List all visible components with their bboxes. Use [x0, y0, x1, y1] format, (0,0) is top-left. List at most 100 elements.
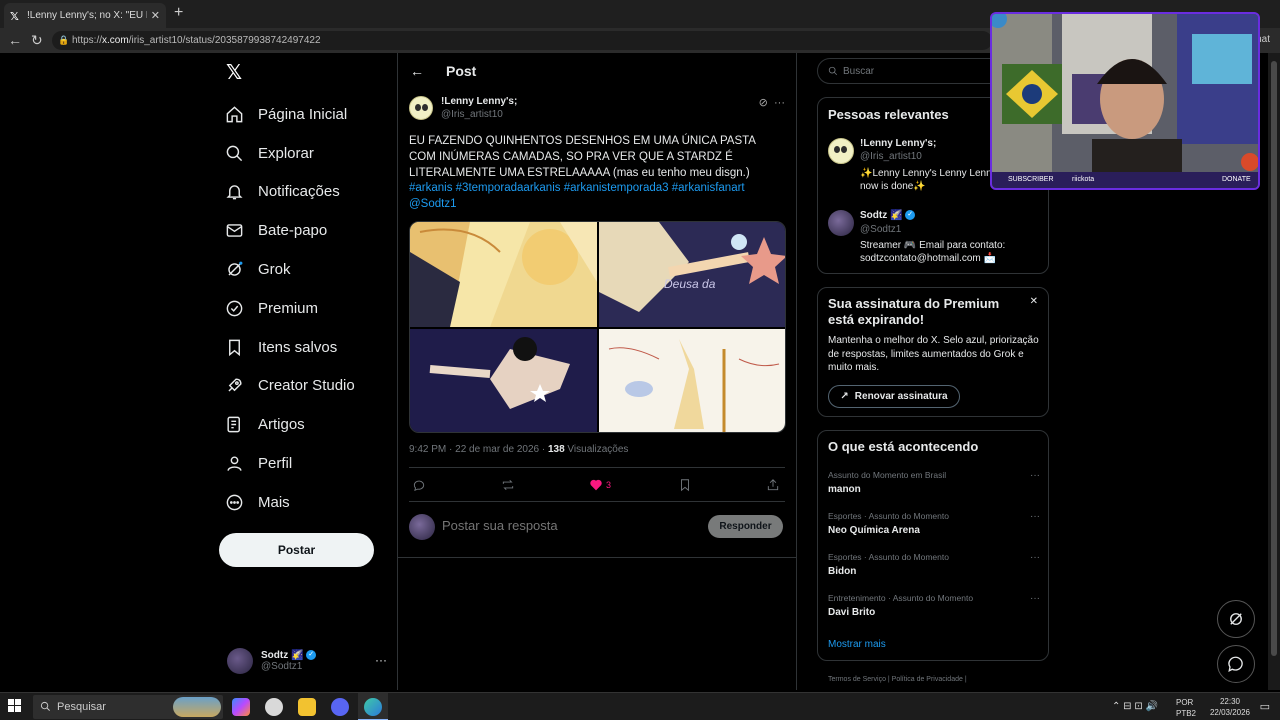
media-image-1[interactable]	[410, 222, 597, 327]
back-icon[interactable]: ←	[8, 32, 22, 48]
bookmark-button[interactable]	[678, 478, 692, 492]
heart-icon	[590, 479, 602, 491]
post-hashtags[interactable]: #arkanis #3temporadaarkanis #arkanistemp…	[409, 181, 785, 213]
article-icon	[227, 416, 240, 433]
grok-icon	[1230, 613, 1242, 625]
messages-fab[interactable]	[1217, 645, 1255, 683]
nav-label: Grok	[258, 261, 291, 279]
windows-start-icon[interactable]	[8, 699, 22, 713]
file-explorer-icon[interactable]	[298, 698, 316, 716]
post-media-grid[interactable]: Deusa da	[409, 221, 786, 433]
more-dots-icon[interactable]: ···	[1030, 552, 1040, 563]
trend-item[interactable]: Esportes · Assunto do Momento Bidon ···	[828, 552, 1040, 577]
person-name: Sodtz 🌠	[860, 210, 903, 221]
streamer-label: riickota	[1072, 176, 1095, 183]
media-caption: Deusa da	[664, 277, 716, 291]
nav-item-articles[interactable]: Artigos	[225, 405, 355, 444]
person-bio: ✨Lenny Lenny's Lenny Lenny now is done✨	[860, 168, 997, 192]
app-icon[interactable]	[265, 698, 283, 716]
nav-item-profile[interactable]: Perfil	[225, 444, 355, 483]
trend-item[interactable]: Entretenimento · Assunto do Momento Davi…	[828, 593, 1040, 618]
account-handle: @Sodtz1	[261, 661, 303, 672]
notification-icon[interactable]: ▭	[1260, 700, 1270, 713]
nav-item-creator-studio[interactable]: Creator Studio	[225, 367, 355, 406]
nav-label: Bate-papo	[258, 222, 328, 240]
reply-input[interactable]	[442, 518, 692, 533]
account-switcher[interactable]: Sodtz 🌠 ✓ @Sodtz1 ···	[227, 647, 387, 675]
tab-close-icon[interactable]: ✕	[151, 9, 160, 22]
trend-category: Assunto do Momento em Brasil	[828, 470, 947, 480]
person-handle: @Sodtz1	[860, 224, 902, 235]
close-icon[interactable]: ✕	[1030, 296, 1038, 307]
card-title: Pessoas relevantes	[828, 107, 949, 122]
nav-item-explore[interactable]: Explorar	[225, 134, 355, 173]
x-logo-icon[interactable]: 𝕏	[226, 60, 242, 85]
reply-icon	[413, 480, 425, 492]
nav-item-premium[interactable]: Premium	[225, 289, 355, 328]
trend-category: Esportes · Assunto do Momento	[828, 552, 949, 562]
clock-date: 22/03/2026	[1209, 708, 1250, 717]
new-tab-button[interactable]: +	[174, 4, 183, 22]
author-avatar[interactable]	[409, 96, 433, 120]
post-button[interactable]: Postar	[219, 533, 374, 567]
footer-links[interactable]: Termos de Serviço | Política de Privacid…	[828, 676, 967, 683]
more-dots-icon[interactable]: ···	[774, 97, 785, 109]
nav-item-saved[interactable]: Itens salvos	[225, 328, 355, 367]
reply-button[interactable]	[412, 478, 426, 492]
repost-button[interactable]	[501, 478, 515, 492]
browser-tab[interactable]: 𝕏 !Lenny Lenny's; no X: "EU FAZEND ✕	[4, 3, 166, 28]
card-title: O que está acontecendo	[828, 439, 979, 454]
donate-label: DONATE	[1222, 176, 1251, 183]
nav-label: Página Inicial	[258, 105, 348, 123]
media-image-3[interactable]	[410, 329, 597, 432]
language-code: POR	[1176, 698, 1194, 707]
system-tray-icons[interactable]: ⌃ ⊟ ⊡ 🔊	[1112, 701, 1158, 712]
lock-icon: 🔒	[58, 35, 70, 45]
like-button[interactable]: 3	[589, 478, 611, 492]
account-menu-icon[interactable]: ···	[375, 653, 387, 667]
reply-submit-button[interactable]: Responder	[708, 515, 783, 538]
trend-name: Davi Brito	[828, 607, 876, 618]
scrollbar[interactable]	[1268, 53, 1280, 690]
scrollbar-thumb[interactable]	[1271, 61, 1277, 656]
language-indicator[interactable]: POR PTB2	[1176, 697, 1196, 719]
nav-item-home[interactable]: Página Inicial	[225, 95, 355, 134]
search-placeholder: Buscar	[843, 65, 875, 77]
more-dots-icon[interactable]: ···	[1030, 593, 1040, 604]
search-icon	[40, 701, 50, 711]
renew-subscription-button[interactable]: ↗ Renovar assinatura	[828, 385, 960, 408]
nav-item-notifications[interactable]: Notificações	[225, 173, 355, 212]
trend-item[interactable]: Assunto do Momento em Brasil manon ···	[828, 470, 1040, 495]
media-image-4[interactable]	[599, 329, 785, 432]
nav-label: Creator Studio	[258, 377, 355, 395]
author-name[interactable]: !Lenny Lenny's;	[441, 96, 517, 107]
mail-icon	[226, 224, 243, 238]
grok-fab[interactable]	[1217, 600, 1255, 638]
media-image-2[interactable]: Deusa da	[599, 222, 785, 327]
back-arrow-icon[interactable]: ←	[410, 63, 424, 79]
reload-icon[interactable]: ↻	[31, 32, 43, 49]
trends-card: O que está acontecendo Assunto do Moment…	[817, 430, 1049, 661]
nav-item-chat[interactable]: Bate-papo	[225, 211, 355, 250]
url-host: x.com	[102, 35, 129, 46]
show-more-link[interactable]: Mostrar mais	[828, 639, 886, 650]
taskbar-search[interactable]: Pesquisar	[33, 695, 223, 719]
more-dots-icon[interactable]: ···	[1030, 511, 1040, 522]
bell-icon	[226, 185, 243, 200]
more-dots-icon[interactable]: ···	[1030, 470, 1040, 481]
author-handle[interactable]: @Iris_artist10	[441, 109, 503, 120]
tab-title: !Lenny Lenny's; no X: "EU FAZEND	[27, 10, 147, 21]
url-field[interactable]: 🔒 https://x.com/iris_artist10/status/203…	[52, 31, 992, 50]
trend-item[interactable]: Esportes · Assunto do Momento Neo Químic…	[828, 511, 1040, 536]
copilot-icon[interactable]	[232, 698, 250, 716]
grok-icon	[228, 261, 243, 276]
views-label: Visualizações	[564, 444, 629, 455]
clock[interactable]: 22:30 22/03/2026	[1210, 696, 1250, 718]
grok-icon[interactable]: ⊘	[759, 97, 768, 109]
discord-icon[interactable]	[331, 698, 349, 716]
home-icon	[226, 106, 243, 123]
post-text: EU FAZENDO QUINHENTOS DESENHOS EM UMA ÚN…	[409, 135, 756, 179]
nav-item-more[interactable]: Mais	[225, 483, 355, 522]
nav-item-grok[interactable]: Grok	[225, 250, 355, 289]
share-button[interactable]	[766, 478, 780, 492]
